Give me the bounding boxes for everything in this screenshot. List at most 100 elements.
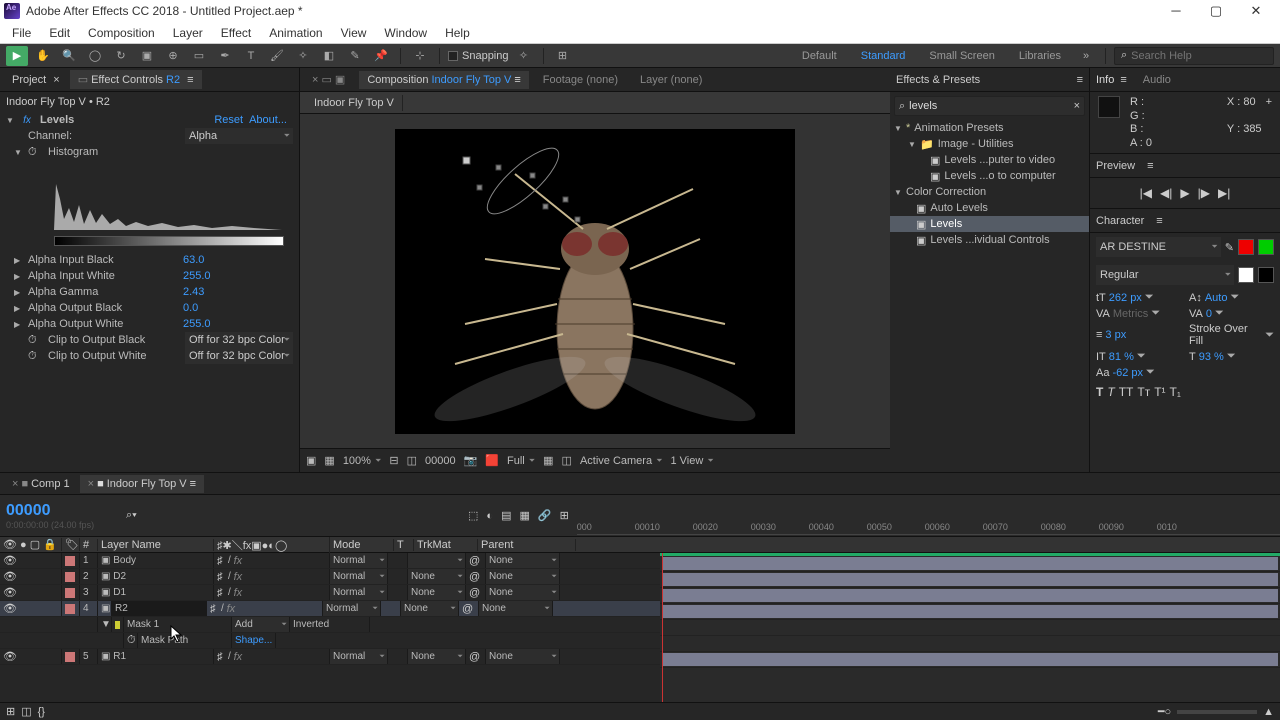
tree-folder[interactable]: ▼Color Correction xyxy=(890,184,1089,200)
close-button[interactable]: ✕ xyxy=(1236,0,1276,22)
eyedropper-icon[interactable]: ✎ xyxy=(1225,241,1234,254)
effects-search-input[interactable] xyxy=(909,100,1069,112)
parent-dropdown[interactable]: None xyxy=(479,601,553,616)
maximize-button[interactable]: ▢ xyxy=(1196,0,1236,22)
layer-bar[interactable] xyxy=(662,605,1278,618)
shy-icon[interactable]: ♯ xyxy=(217,651,223,663)
visibility-toggle[interactable]: 👁 xyxy=(3,554,17,567)
next-frame-button[interactable]: |▶ xyxy=(1198,186,1210,200)
tl-icon[interactable]: ⊞ xyxy=(560,509,569,522)
tl-icon[interactable]: ▦ xyxy=(519,509,529,522)
font-dropdown[interactable]: AR DESTINE xyxy=(1096,237,1221,257)
help-search-input[interactable] xyxy=(1131,50,1273,62)
search-icon[interactable]: ⌕▾ xyxy=(126,509,137,522)
zoom-dropdown[interactable]: 100% xyxy=(343,455,382,467)
visibility-toggle[interactable]: 👁 xyxy=(3,602,17,615)
menu-animation[interactable]: Animation xyxy=(261,24,330,42)
param-value[interactable]: 255.0 xyxy=(183,270,293,282)
viewer-tab[interactable]: Indoor Fly Top V xyxy=(306,95,403,111)
stopwatch-icon[interactable]: ⏱ xyxy=(28,334,42,347)
stroke-width[interactable]: ≡3 px xyxy=(1096,323,1181,347)
camera-dropdown[interactable]: Active Camera xyxy=(580,455,663,467)
track-area[interactable] xyxy=(660,553,1280,702)
current-time[interactable]: 00000 xyxy=(6,502,114,520)
subscript-button[interactable]: T₁ xyxy=(1170,385,1181,399)
play-button[interactable]: ▶ xyxy=(1180,186,1189,200)
workspace-libraries[interactable]: Libraries xyxy=(1009,48,1071,64)
zoom-tool[interactable]: 🔍 xyxy=(58,46,80,66)
tab-composition[interactable]: Composition Indoor Fly Top V ≡ xyxy=(359,71,528,89)
blend-mode-dropdown[interactable]: Normal xyxy=(323,601,381,616)
tree-item[interactable]: ▣Auto Levels xyxy=(890,200,1089,216)
playhead[interactable] xyxy=(662,553,663,702)
tl-icon[interactable]: ▤ xyxy=(501,509,511,522)
toggle-brackets-icon[interactable]: {} xyxy=(38,706,45,718)
menu-file[interactable]: File xyxy=(4,24,39,42)
baseline[interactable]: Aa-62 px ⏷ xyxy=(1096,366,1181,379)
workspace-overflow[interactable]: » xyxy=(1075,46,1097,66)
pen-tool[interactable]: ✒ xyxy=(214,46,236,66)
camera-tool[interactable]: ▣ xyxy=(136,46,158,66)
font-size[interactable]: tT262 px ⏷ xyxy=(1096,291,1181,304)
tree-item[interactable]: ▣Levels ...ividual Controls xyxy=(890,232,1089,248)
layer-bar[interactable] xyxy=(662,589,1278,602)
toggle-modes-icon[interactable]: ◫ xyxy=(21,705,31,718)
close-icon[interactable]: × xyxy=(53,74,59,86)
effects-search[interactable]: ⌕ × xyxy=(894,96,1085,116)
canvas[interactable] xyxy=(395,129,795,434)
hand-tool[interactable]: ✋ xyxy=(32,46,54,66)
snap-options[interactable]: ✧ xyxy=(513,46,535,66)
help-search[interactable]: ⌕ xyxy=(1114,47,1274,65)
stopwatch-icon[interactable]: ⏱ xyxy=(28,146,42,159)
blend-mode-dropdown[interactable]: Normal xyxy=(330,649,388,664)
tab-active-comp[interactable]: × ■ Indoor Fly Top V ≡ xyxy=(80,475,204,493)
layer-name[interactable]: ▣ Body xyxy=(98,553,214,568)
collapse-icon[interactable]: ▼ xyxy=(6,116,14,125)
param-value[interactable]: 0.0 xyxy=(183,302,293,314)
param-value[interactable]: 255.0 xyxy=(183,318,293,330)
clear-search-icon[interactable]: × xyxy=(1074,100,1080,112)
shy-icon[interactable]: ♯ xyxy=(217,555,223,567)
grid-icon[interactable]: ▦ xyxy=(324,454,334,467)
shy-icon[interactable]: ♯ xyxy=(217,571,223,583)
menu-effect[interactable]: Effect xyxy=(213,24,259,42)
reset-button[interactable]: Reset xyxy=(214,114,243,126)
align-tool[interactable]: ⊞ xyxy=(552,46,574,66)
hscale[interactable]: T93 % ⏷ xyxy=(1189,350,1274,363)
res-icon[interactable]: ⊟ xyxy=(389,454,398,467)
menu-help[interactable]: Help xyxy=(437,24,478,42)
prev-frame-button[interactable]: ◀| xyxy=(1160,186,1172,200)
tab-info[interactable]: Info xyxy=(1096,74,1114,86)
minimize-button[interactable]: ─ xyxy=(1156,0,1196,22)
tree-item[interactable]: ▣Levels ...puter to video xyxy=(890,152,1089,168)
stroke-color[interactable] xyxy=(1258,239,1274,255)
smallcaps-button[interactable]: Tᴛ xyxy=(1137,385,1150,399)
effect-name[interactable]: Levels xyxy=(40,114,208,126)
stopwatch-icon[interactable]: ⏱ xyxy=(127,634,136,647)
resolution-dropdown[interactable]: Full xyxy=(507,455,535,467)
zoom-out-icon[interactable]: ━○ xyxy=(1158,705,1171,718)
fill-color[interactable] xyxy=(1238,239,1254,255)
workspace-default[interactable]: Default xyxy=(792,48,847,64)
toggle-switches-icon[interactable]: ⊞ xyxy=(6,705,15,718)
pickwhip-icon[interactable]: @ xyxy=(469,571,480,583)
layer-name[interactable]: ▣ D1 xyxy=(98,585,214,600)
bold-button[interactable]: T xyxy=(1096,385,1103,399)
label-color[interactable] xyxy=(65,572,75,582)
zoom-in-icon[interactable]: ▲ xyxy=(1263,706,1274,718)
trkmat-dropdown[interactable] xyxy=(408,553,466,568)
trkmat-dropdown[interactable]: None xyxy=(408,585,466,600)
time-ruler[interactable]: 0000001000020000300004000050000600007000… xyxy=(577,495,1280,536)
param-value[interactable]: 2.43 xyxy=(183,286,293,298)
collapse-icon[interactable]: ▶ xyxy=(14,320,22,329)
menu-view[interactable]: View xyxy=(333,24,375,42)
stopwatch-icon[interactable]: ⏱ xyxy=(28,350,42,363)
about-button[interactable]: About... xyxy=(249,114,287,126)
clip-black-dropdown[interactable]: Off for 32 bpc Color xyxy=(185,332,293,348)
parent-dropdown[interactable]: None xyxy=(486,649,560,664)
workspace-standard[interactable]: Standard xyxy=(851,48,916,64)
param-value[interactable]: 63.0 xyxy=(183,254,293,266)
channel-icon[interactable]: 🟥 xyxy=(485,454,499,467)
collapse-icon[interactable]: ▶ xyxy=(14,288,22,297)
layer-name[interactable]: ▣ R1 xyxy=(98,649,214,664)
